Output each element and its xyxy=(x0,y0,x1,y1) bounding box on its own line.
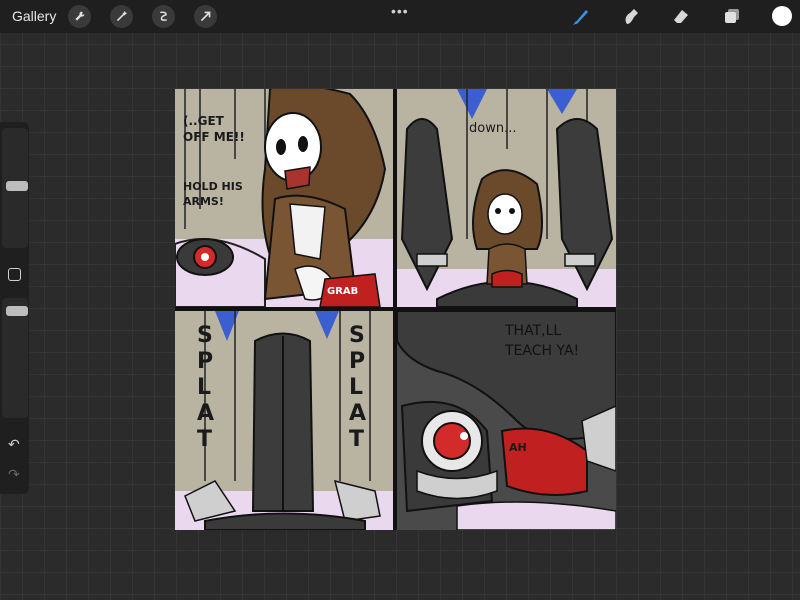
comic-panel-3: SPLAT SPLAT xyxy=(175,311,393,530)
brush-icon[interactable] xyxy=(571,6,591,26)
layers-icon[interactable] xyxy=(722,6,742,26)
comic-panel-2: down... xyxy=(397,89,616,307)
speech-that-ll-teach-ya: THAT,LL TEACH YA! xyxy=(505,323,580,359)
selection-icon[interactable] xyxy=(152,5,175,28)
wrench-icon[interactable] xyxy=(68,5,91,28)
speech-get-off-me: (..GET OFF ME!! xyxy=(183,114,245,144)
undo-button[interactable]: ↶ xyxy=(8,436,20,453)
drawing-canvas[interactable]: (..GET OFF ME!! HOLD HIS ARMS! GRAB down… xyxy=(175,89,616,530)
sfx-grab: GRAB xyxy=(327,286,359,297)
color-picker-swatch[interactable] xyxy=(772,6,792,26)
comic-panel-1: (..GET OFF ME!! HOLD HIS ARMS! GRAB xyxy=(175,89,393,307)
sfx-splat-right: SPLAT xyxy=(349,323,367,452)
sfx-splat-left: SPLAT xyxy=(197,323,215,452)
smudge-icon[interactable] xyxy=(621,6,641,26)
magic-wand-icon[interactable] xyxy=(110,5,133,28)
comic-panel-4: THAT,LL TEACH YA! AH xyxy=(397,311,616,530)
opacity-slider[interactable] xyxy=(2,298,28,418)
transform-arrow-icon[interactable] xyxy=(194,5,217,28)
speech-down: down... xyxy=(469,121,517,136)
eraser-icon[interactable] xyxy=(671,6,691,26)
speech-hold-his-arms: HOLD HIS ARMS! xyxy=(183,180,243,208)
gallery-button[interactable]: Gallery xyxy=(12,8,56,24)
modify-button[interactable] xyxy=(8,268,21,281)
more-options-icon[interactable]: ••• xyxy=(391,3,409,19)
top-toolbar: Gallery ••• xyxy=(0,0,800,33)
sfx-ah: AH xyxy=(509,441,527,454)
redo-button[interactable]: ↷ xyxy=(8,466,20,483)
brush-size-slider[interactable] xyxy=(2,128,28,248)
brush-size-thumb[interactable] xyxy=(6,181,28,191)
left-sidebar: ↶ ↷ xyxy=(0,122,29,494)
opacity-thumb[interactable] xyxy=(6,306,28,316)
panel-divider-horizontal xyxy=(175,307,616,311)
